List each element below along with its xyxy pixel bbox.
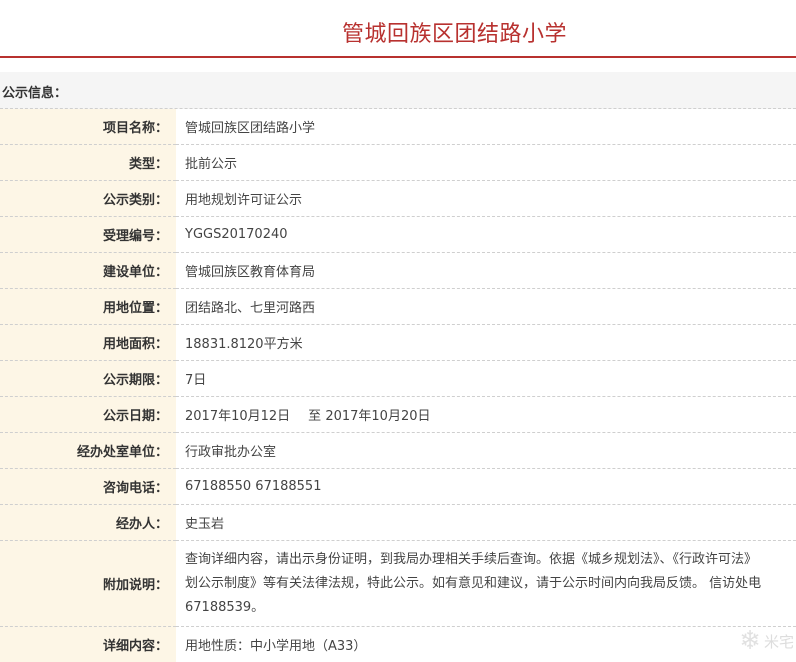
note-line-1: 查询详细内容，请出示身份证明，到我局办理相关手续后查询。依据《城乡规划法》、《行… (185, 551, 758, 567)
section-title: 公示信息： (2, 86, 68, 101)
date-start: 2017年10月12日 (185, 409, 291, 424)
row-area: 用地面积： 18831.8120平方米 (0, 324, 796, 361)
label-period: 公示期限： (0, 360, 176, 397)
value-note: 查询详细内容，请出示身份证明，到我局办理相关手续后查询。依据《城乡规划法》、《行… (176, 541, 796, 627)
section-header: 公示信息： (0, 72, 796, 109)
note-line-3: 67188539。 (185, 599, 265, 615)
label-handler: 经办人： (0, 504, 176, 541)
label-category: 公示类别： (0, 180, 176, 217)
label-office: 经办处室单位： (0, 432, 176, 469)
value-type: 批前公示 (185, 157, 238, 172)
title-bar: 管城回族区团结路小学 (0, 0, 796, 58)
page-title: 管城回族区团结路小学 (342, 22, 568, 47)
info-table: 项目名称： 管城回族区团结路小学 类型： 批前公示 公示类别： 用地规划许可证公… (0, 109, 796, 662)
row-date: 公示日期： 2017年10月12日 至 2017年10月20日 (0, 396, 796, 433)
date-end: 2017年10月20日 (325, 409, 431, 424)
row-builder: 建设单位： 管城回族区教育体育局 (0, 252, 796, 289)
value-accept-no: YGGS20170240 (185, 227, 288, 242)
label-date: 公示日期： (0, 396, 176, 433)
watermark: ❄ 米宅 (739, 626, 794, 656)
label-detail: 详细内容： (0, 626, 176, 662)
value-project-name: 管城回族区团结路小学 (185, 121, 316, 136)
row-handler: 经办人： 史玉岩 (0, 504, 796, 541)
row-project-name: 项目名称： 管城回族区团结路小学 (0, 109, 796, 145)
row-period: 公示期限： 7日 (0, 360, 796, 397)
snowflake-icon: ❄ (739, 626, 761, 656)
row-detail: 详细内容： 用地性质：中小学用地（A33） (0, 626, 796, 662)
value-handler: 史玉岩 (185, 517, 225, 532)
label-accept-no: 受理编号： (0, 216, 176, 253)
row-type: 类型： 批前公示 (0, 144, 796, 181)
value-location: 团结路北、七里河路西 (185, 301, 316, 316)
value-builder: 管城回族区教育体育局 (185, 265, 316, 280)
label-note: 附加说明： (0, 540, 176, 627)
note-line-2: 划公示制度》等有关法律法规，特此公示。如有意见和建议，请于公示时间内向我局反馈。… (185, 575, 762, 591)
watermark-text: 米宅 (763, 632, 794, 651)
value-detail: 用地性质：中小学用地（A33） (185, 639, 367, 654)
label-builder: 建设单位： (0, 252, 176, 289)
label-type: 类型： (0, 144, 176, 181)
page: 管城回族区团结路小学 公示信息： 项目名称： 管城回族区团结路小学 类型： 批前… (0, 0, 796, 662)
row-location: 用地位置： 团结路北、七里河路西 (0, 288, 796, 325)
row-office: 经办处室单位： 行政审批办公室 (0, 432, 796, 469)
value-area: 18831.8120平方米 (185, 337, 303, 352)
label-location: 用地位置： (0, 288, 176, 325)
row-phone: 咨询电话： 67188550 67188551 (0, 468, 796, 505)
label-project-name: 项目名称： (0, 109, 176, 145)
value-date: 2017年10月12日 至 2017年10月20日 (176, 397, 796, 433)
row-note: 附加说明： 查询详细内容，请出示身份证明，到我局办理相关手续后查询。依据《城乡规… (0, 540, 796, 627)
value-category: 用地规划许可证公示 (185, 193, 303, 208)
value-period: 7日 (185, 373, 207, 388)
row-category: 公示类别： 用地规划许可证公示 (0, 180, 796, 217)
label-area: 用地面积： (0, 324, 176, 361)
row-accept-no: 受理编号： YGGS20170240 (0, 216, 796, 253)
label-phone: 咨询电话： (0, 468, 176, 505)
value-office: 行政审批办公室 (185, 445, 277, 460)
value-phone: 67188550 67188551 (185, 479, 322, 494)
date-separator: 至 (308, 409, 322, 424)
